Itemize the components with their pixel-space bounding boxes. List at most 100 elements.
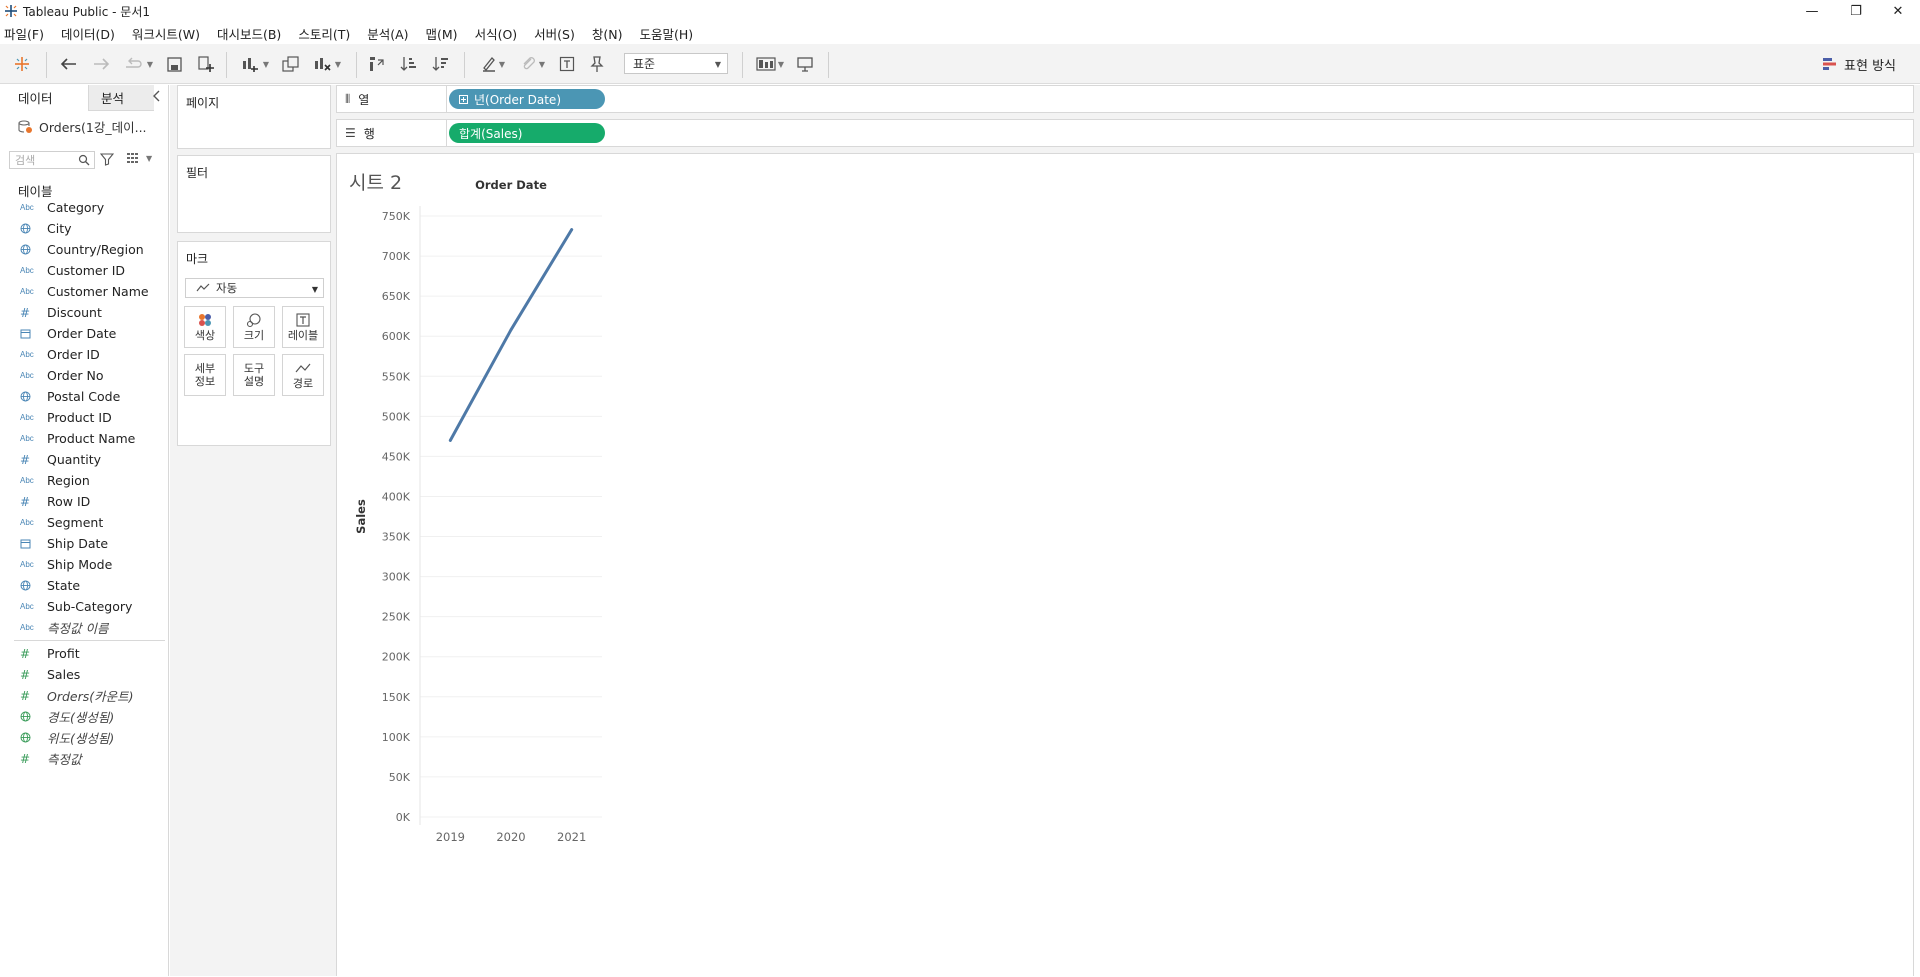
field-item[interactable]: # Discount: [0, 302, 169, 323]
field-item[interactable]: # Orders(카운트): [0, 685, 169, 706]
replay-icon[interactable]: ▼: [120, 54, 156, 74]
tooltip-button[interactable]: 도구 설명: [233, 354, 275, 396]
path-button[interactable]: 경로: [282, 354, 324, 396]
sort-descending-icon[interactable]: [430, 54, 452, 74]
new-datasource-icon[interactable]: [196, 54, 216, 74]
field-item[interactable]: Abc Sub-Category: [0, 596, 169, 617]
sort-ascending-icon[interactable]: [398, 54, 420, 74]
presentation-mode-icon[interactable]: [794, 54, 816, 74]
menu-dashboard[interactable]: 대시보드(B): [217, 24, 281, 43]
field-item[interactable]: Abc Customer Name: [0, 281, 169, 302]
rows-shelf[interactable]: ☰ 행 합계(Sales): [336, 119, 1914, 147]
fix-axes-icon[interactable]: [586, 54, 608, 74]
label-button[interactable]: 레이블: [282, 306, 324, 348]
expand-plus-icon[interactable]: [459, 94, 468, 104]
menu-map[interactable]: 맵(M): [426, 24, 458, 43]
datasource-item[interactable]: Orders(1강_데이...: [18, 117, 147, 136]
field-item[interactable]: Ship Date: [0, 533, 169, 554]
tooltip-label-line1: 도구: [243, 362, 265, 375]
show-mark-labels-icon[interactable]: [556, 54, 578, 74]
field-item[interactable]: # Quantity: [0, 449, 169, 470]
size-button[interactable]: 크기: [233, 306, 275, 348]
columns-pill[interactable]: 년(Order Date): [449, 89, 605, 109]
line-mark-icon: [196, 283, 210, 292]
collapse-pane-icon[interactable]: [152, 90, 162, 105]
show-me-button[interactable]: 표현 방식: [1822, 54, 1896, 74]
group-members-icon[interactable]: ▼: [516, 54, 550, 74]
field-item[interactable]: Abc Segment: [0, 512, 169, 533]
undo-icon[interactable]: [58, 54, 80, 74]
menu-server[interactable]: 서버(S): [534, 24, 575, 43]
field-name: Region: [47, 473, 90, 488]
save-icon[interactable]: [164, 54, 184, 74]
field-item[interactable]: Abc Ship Mode: [0, 554, 169, 575]
line-chart[interactable]: Order Date 0K 50K 100K 150K 200K 250K 300K 350K 4…: [337, 154, 1913, 977]
new-worksheet-icon[interactable]: ▼: [238, 54, 272, 74]
field-item[interactable]: Abc Order ID: [0, 344, 169, 365]
series-line[interactable]: [448, 228, 574, 442]
columns-shelf[interactable]: ⦀ 열 년(Order Date): [336, 85, 1914, 113]
field-item[interactable]: # Sales: [0, 664, 169, 685]
field-item[interactable]: # 측정값: [0, 748, 169, 769]
y-tick-label: 750K: [382, 210, 411, 223]
menu-data[interactable]: 데이터(D): [61, 24, 115, 43]
y-tick-label: 350K: [382, 531, 411, 544]
field-item[interactable]: Abc Category: [0, 197, 169, 218]
field-search-input[interactable]: 검색: [9, 151, 95, 169]
highlight-icon[interactable]: ▼: [476, 54, 510, 74]
detail-button[interactable]: 세부 정보: [184, 354, 226, 396]
fit-dropdown[interactable]: 표준 ▼: [624, 53, 728, 74]
menu-story[interactable]: 스토리(T): [298, 24, 350, 43]
color-button[interactable]: 색상: [184, 306, 226, 348]
duplicate-sheet-icon[interactable]: [280, 54, 302, 74]
menu-window[interactable]: 창(N): [592, 24, 623, 43]
field-item[interactable]: Abc Order No: [0, 365, 169, 386]
field-item[interactable]: City: [0, 218, 169, 239]
field-item[interactable]: 위도(생성됨): [0, 727, 169, 748]
restore-button[interactable]: ❐: [1834, 0, 1878, 22]
menu-analysis[interactable]: 분석(A): [367, 24, 408, 43]
view-options-icon[interactable]: ▼: [127, 152, 152, 164]
data-point[interactable]: [448, 438, 452, 442]
filters-card[interactable]: 필터: [177, 155, 331, 233]
field-item[interactable]: 경도(생성됨): [0, 706, 169, 727]
rows-pill[interactable]: 합계(Sales): [449, 123, 605, 143]
field-name: Row ID: [47, 494, 91, 509]
mark-type-dropdown[interactable]: 자동 ▼: [185, 278, 324, 298]
field-item[interactable]: Abc Region: [0, 470, 169, 491]
field-name: Order Date: [47, 326, 117, 341]
field-item[interactable]: Abc Customer ID: [0, 260, 169, 281]
close-button[interactable]: ✕: [1876, 0, 1920, 22]
data-point[interactable]: [570, 228, 574, 232]
marks-card: 마크 자동 ▼ 색상 크기 레이블 세부 정보 도구 설명 경로: [177, 241, 331, 446]
menu-format[interactable]: 서식(O): [475, 24, 518, 43]
menu-worksheet[interactable]: 워크시트(W): [132, 24, 200, 43]
tab-analytics[interactable]: 분석: [88, 85, 154, 111]
show-cards-icon[interactable]: ▼: [752, 54, 788, 74]
field-item[interactable]: # Profit: [0, 643, 169, 664]
menu-file[interactable]: 파일(F): [4, 24, 44, 43]
minimize-button[interactable]: —: [1790, 0, 1834, 22]
field-item[interactable]: State: [0, 575, 169, 596]
field-item[interactable]: Order Date: [0, 323, 169, 344]
field-item[interactable]: Abc Product ID: [0, 407, 169, 428]
data-point[interactable]: [509, 328, 513, 332]
field-item[interactable]: Abc Product Name: [0, 428, 169, 449]
menu-help[interactable]: 도움말(H): [639, 24, 693, 43]
tab-data[interactable]: 데이터: [0, 85, 88, 111]
field-item[interactable]: Abc 측정값 이름: [0, 617, 169, 638]
tableau-home-icon[interactable]: [12, 54, 32, 74]
redo-icon[interactable]: [90, 54, 112, 74]
field-item[interactable]: Country/Region: [0, 239, 169, 260]
clear-sheet-icon[interactable]: ▼: [310, 54, 344, 74]
show-me-icon: [1823, 58, 1837, 70]
field-item[interactable]: # Row ID: [0, 491, 169, 512]
field-name: Postal Code: [47, 389, 121, 404]
number-type-icon: #: [20, 305, 31, 320]
swap-rows-columns-icon[interactable]: [366, 54, 388, 74]
y-tick-label: 700K: [382, 250, 411, 263]
y-tick-label: 550K: [382, 370, 411, 383]
field-item[interactable]: Postal Code: [0, 386, 169, 407]
filter-icon[interactable]: [99, 152, 115, 169]
pages-card[interactable]: 페이지: [177, 85, 331, 149]
